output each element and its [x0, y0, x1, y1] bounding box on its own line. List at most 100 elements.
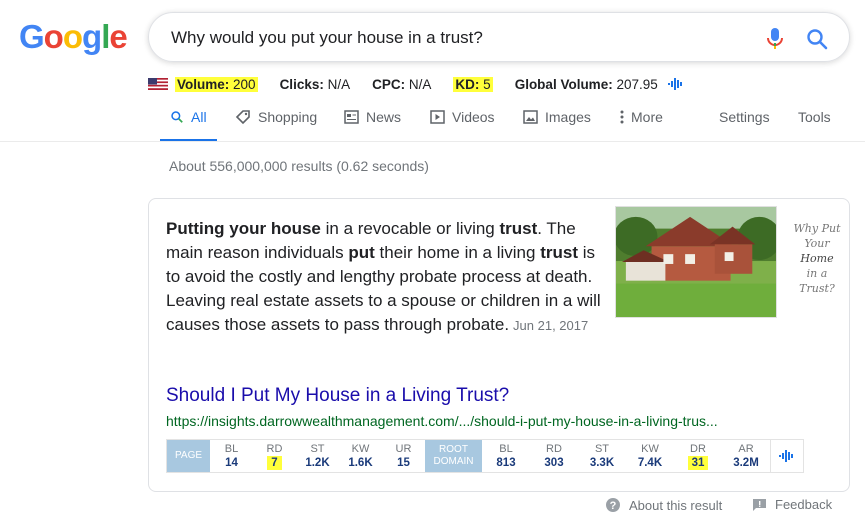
- metric-value: 813: [496, 456, 516, 469]
- keyword-metrics-bar: Volume: 200 Clicks: N/A CPC: N/A KD: 5 G…: [148, 73, 684, 95]
- tab-label: More: [631, 109, 663, 125]
- seo-metric-page-kw[interactable]: KW 1.6K: [339, 440, 382, 472]
- about-this-result-link[interactable]: ? About this result: [605, 497, 722, 513]
- tab-label: News: [366, 109, 402, 125]
- search-icon[interactable]: [805, 27, 829, 51]
- seo-metric-root-bl[interactable]: BL 813: [482, 440, 530, 472]
- snippet-date: Jun 21, 2017: [513, 318, 589, 333]
- metric-value: 15: [397, 456, 410, 469]
- root-label-line: DOMAIN: [433, 456, 474, 467]
- feedback-icon: [753, 498, 766, 511]
- caption-line: in a: [806, 267, 828, 280]
- seo-metric-root-dr[interactable]: DR 31: [674, 440, 722, 472]
- tab-settings[interactable]: Settings: [719, 109, 770, 125]
- tab-label: Videos: [452, 109, 495, 125]
- metric-value: 3.3K: [589, 456, 615, 469]
- svg-text:?: ?: [610, 500, 617, 512]
- caption-line: Home: [800, 252, 834, 265]
- logo-letter: o: [43, 18, 64, 55]
- metric-value: 1.6K: [348, 456, 373, 469]
- logo-letter: G: [19, 18, 45, 55]
- global-volume-label: Global Volume:: [514, 76, 613, 92]
- seo-metric-page-ur[interactable]: UR 15: [382, 440, 425, 472]
- microphone-icon[interactable]: [765, 27, 785, 51]
- metric-value: 3.2M: [733, 456, 759, 469]
- tab-label: Tools: [798, 109, 831, 125]
- snippet-part: in a revocable or living: [320, 219, 500, 238]
- metric-key: ST: [310, 442, 325, 455]
- snippet-text: Putting your house in a revocable or liv…: [166, 217, 606, 338]
- search-icon: [171, 111, 183, 123]
- metric-key: RD: [266, 442, 283, 455]
- seo-metric-root-st[interactable]: ST 3.3K: [578, 440, 626, 472]
- metric-key: ST: [594, 442, 610, 455]
- clicks-label: Clicks:: [279, 76, 324, 92]
- root-label-line: ROOT: [439, 444, 468, 455]
- logo-letter: o: [62, 18, 83, 55]
- cpc-label: CPC:: [372, 76, 406, 92]
- metric-value: 1.2K: [305, 456, 330, 469]
- seo-metric-page-rd[interactable]: RD 7: [253, 440, 296, 472]
- cpc-value: N/A: [408, 76, 432, 92]
- seo-metric-root-ar[interactable]: AR 3.2M: [722, 440, 770, 472]
- more-vert-icon: [620, 110, 624, 124]
- tab-label: Settings: [719, 109, 770, 125]
- tab-shopping[interactable]: Shopping: [235, 109, 317, 125]
- result-url[interactable]: https://insights.darrowwealthmanagement.…: [166, 413, 718, 429]
- search-input[interactable]: Why would you put your house in a trust?: [171, 28, 483, 48]
- caption-line: Your: [804, 237, 830, 250]
- kd-value: 5: [483, 76, 491, 92]
- clicks-metric: Clicks: N/A: [280, 77, 351, 92]
- tab-images[interactable]: Images: [523, 109, 591, 125]
- metric-key: DR: [690, 442, 706, 455]
- feedback-link[interactable]: Feedback: [752, 497, 832, 512]
- global-volume-metric: Global Volume: 207.95: [515, 77, 658, 92]
- metric-key: KW: [351, 442, 370, 455]
- metric-key: RD: [546, 442, 562, 455]
- metric-value: 7: [267, 455, 282, 470]
- help-circle-icon: ?: [606, 498, 620, 512]
- tab-news[interactable]: News: [344, 109, 401, 125]
- google-logo[interactable]: Google: [19, 18, 128, 56]
- volume-metric: Volume: 200: [175, 76, 258, 92]
- seo-metric-root-kw[interactable]: KW 7.4K: [626, 440, 674, 472]
- seo-metrics-bar: PAGE BL 14 RD 7 ST 1.2K KW 1.6K UR 15 ROOT DOM…: [166, 439, 804, 473]
- thumbnail-caption: Why Put Your Home in a Trust?: [787, 221, 847, 296]
- snippet-bold: Putting your house: [166, 219, 321, 238]
- metric-key: UR: [395, 442, 412, 455]
- seo-metric-page-bl[interactable]: BL 14: [210, 440, 253, 472]
- seo-details-button[interactable]: [770, 440, 800, 472]
- logo-letter: g: [82, 18, 102, 55]
- search-box[interactable]: Why would you put your house in a trust?: [148, 12, 850, 62]
- tab-tools[interactable]: Tools: [798, 109, 831, 125]
- metric-key: AR: [738, 442, 754, 455]
- seo-metric-root-rd[interactable]: RD 303: [530, 440, 578, 472]
- global-volume-value: 207.95: [616, 76, 658, 92]
- result-title-link[interactable]: Should I Put My House in a Living Trust?: [166, 385, 509, 407]
- tab-label: Shopping: [258, 109, 318, 125]
- trend-bars-icon[interactable]: [667, 76, 684, 92]
- snippet-bold: trust: [499, 219, 538, 238]
- caption-line: Why Put: [793, 222, 841, 235]
- metric-key: BL: [499, 442, 513, 455]
- page-label: PAGE: [167, 440, 210, 472]
- tab-more[interactable]: More: [620, 109, 663, 125]
- featured-snippet-card: Putting your house in a revocable or liv…: [148, 198, 850, 492]
- root-domain-label: ROOT DOMAIN: [425, 440, 482, 472]
- seo-metric-page-st[interactable]: ST 1.2K: [296, 440, 339, 472]
- logo-letter: e: [109, 18, 127, 55]
- tab-label: Images: [545, 109, 591, 125]
- clicks-value: N/A: [327, 76, 351, 92]
- feedback-label: Feedback: [775, 497, 833, 512]
- header-divider: [0, 141, 865, 142]
- tab-label: All: [191, 109, 207, 125]
- result-stats: About 556,000,000 results (0.62 seconds): [169, 158, 429, 174]
- house-thumbnail-image[interactable]: [615, 206, 777, 318]
- caption-line: Trust?: [799, 282, 835, 295]
- us-flag-icon: [148, 78, 168, 90]
- tag-icon: [235, 110, 250, 125]
- tab-videos[interactable]: Videos: [430, 109, 495, 125]
- metric-key: BL: [224, 442, 239, 455]
- tab-all[interactable]: All: [170, 109, 207, 125]
- volume-label: Volume:: [177, 76, 230, 92]
